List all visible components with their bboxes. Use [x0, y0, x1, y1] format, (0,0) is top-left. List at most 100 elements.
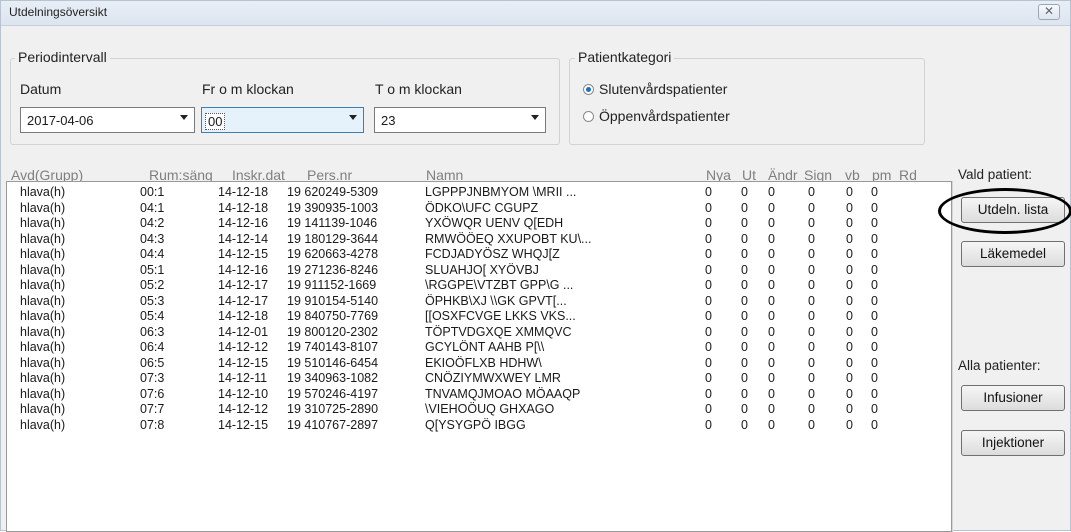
- patient-list[interactable]: hlava(h) 00:1 14-12-18 19 620249-5309 LGPPPJ…: [6, 181, 952, 532]
- drugs-button[interactable]: Läkemedel: [961, 241, 1065, 267]
- table-row[interactable]: hlava(h) 07:3 14-12-11 19 340963-1082 CNÖZIY…: [7, 371, 951, 386]
- cell-namn: [[OSXFCVGE LKKS VKS...: [425, 309, 576, 323]
- cell-persnr: 19 410767-2897: [287, 417, 379, 432]
- cell-inskr: 14-12-14: [218, 231, 269, 246]
- cell-pm: 0: [871, 340, 878, 354]
- table-row[interactable]: hlava(h) 04:2 14-12-16 19 141139-1046 YXÖWQR…: [7, 216, 951, 231]
- radio-selected-icon: [583, 83, 594, 95]
- table-row[interactable]: hlava(h) 07:8 14-12-15 19 410767-2897 Q[YSYG…: [7, 418, 951, 433]
- table-row[interactable]: hlava(h) 05:2 14-12-17 19 911152-1669 \RGGPE…: [7, 278, 951, 293]
- cell-pm: 0: [871, 200, 878, 215]
- table-row[interactable]: hlava(h) 00:1 14-12-18 19 620249-5309 LGPPPJ…: [7, 185, 951, 200]
- cell-inskr: 14-12-15: [218, 247, 269, 261]
- cell-nya: 0: [705, 340, 712, 354]
- cell-ut: 0: [741, 231, 748, 246]
- table-row[interactable]: hlava(h) 06:3 14-12-01 19 800120-2302 TÖPTVD…: [7, 325, 951, 340]
- cell-ut: 0: [741, 278, 748, 292]
- cell-vb: 0: [846, 200, 853, 215]
- cell-pm: 0: [871, 402, 878, 416]
- table-row[interactable]: hlava(h) 05:1 14-12-16 19 271236-8246 SLUAHJ…: [7, 263, 951, 278]
- date-label: Datum: [20, 81, 62, 97]
- cell-inskr: 14-12-16: [218, 216, 269, 230]
- cell-rum: 04:4: [140, 247, 165, 261]
- infusions-button[interactable]: Infusioner: [961, 385, 1065, 411]
- cell-persnr: 19 510146-6454: [287, 355, 379, 370]
- cell-ut: 0: [741, 247, 748, 261]
- cell-andr: 0: [768, 200, 775, 215]
- cell-sign: 0: [808, 402, 815, 416]
- cell-rum: 06:3: [140, 324, 165, 339]
- table-row[interactable]: hlava(h) 05:3 14-12-17 19 910154-5140 ÖPHKB\…: [7, 294, 951, 309]
- cell-persnr: 19 310725-2890: [287, 402, 379, 416]
- from-label: Fr o m klockan: [202, 81, 294, 97]
- cell-vb: 0: [846, 185, 853, 199]
- cell-namn: Q[YSYGPÖ IBGG: [425, 417, 526, 432]
- cell-nya: 0: [705, 247, 712, 261]
- table-row[interactable]: hlava(h) 06:5 14-12-15 19 510146-6454 EKIOÖF…: [7, 356, 951, 371]
- cell-inskr: 14-12-15: [218, 417, 269, 432]
- cell-rum: 07:6: [140, 386, 165, 401]
- cell-nya: 0: [705, 185, 712, 199]
- table-row[interactable]: hlava(h) 04:4 14-12-15 19 620663-4278 FCDJAD…: [7, 247, 951, 262]
- cell-andr: 0: [768, 185, 775, 199]
- cell-vb: 0: [846, 278, 853, 292]
- table-row[interactable]: hlava(h) 07:6 14-12-10 19 570246-4197 TNVAMQ…: [7, 387, 951, 402]
- cell-andr: 0: [768, 402, 775, 416]
- to-hour-select[interactable]: 23: [374, 107, 546, 133]
- chevron-down-icon: [349, 115, 357, 120]
- cell-nya: 0: [705, 200, 712, 215]
- cell-vb: 0: [846, 216, 853, 230]
- cell-sign: 0: [808, 371, 815, 385]
- cell-avd: hlava(h): [20, 417, 66, 432]
- cell-vb: 0: [846, 386, 853, 401]
- cell-ut: 0: [741, 371, 748, 385]
- cell-inskr: 14-12-18: [218, 185, 269, 199]
- cell-avd: hlava(h): [20, 278, 66, 292]
- cell-nya: 0: [705, 278, 712, 292]
- radio-outpatients-label: Öppenvårdspatienter: [599, 108, 730, 124]
- cell-inskr: 14-12-10: [218, 386, 269, 401]
- cell-pm: 0: [871, 216, 878, 230]
- cell-andr: 0: [768, 417, 775, 432]
- cell-inskr: 14-12-17: [218, 278, 269, 292]
- cell-inskr: 14-12-18: [218, 309, 269, 323]
- cell-inskr: 14-12-15: [218, 355, 269, 370]
- selected-patient-label: Vald patient:: [958, 167, 1033, 182]
- radio-inpatients[interactable]: Slutenvårdspatienter: [583, 81, 727, 97]
- cell-vb: 0: [846, 402, 853, 416]
- cell-andr: 0: [768, 386, 775, 401]
- cell-andr: 0: [768, 371, 775, 385]
- cell-nya: 0: [705, 417, 712, 432]
- app-window: Utdelningsöversikt ✕ Periodintervall Dat…: [0, 0, 1071, 532]
- table-row[interactable]: hlava(h) 06:4 14-12-12 19 740143-8107 GCYLÖN…: [7, 340, 951, 355]
- cell-namn: GCYLÖNT AAHB P[\\: [425, 340, 545, 354]
- cell-persnr: 19 390935-1003: [287, 200, 379, 215]
- cell-andr: 0: [768, 355, 775, 370]
- table-row[interactable]: hlava(h) 07:7 14-12-12 19 310725-2890 \VIEHO…: [7, 402, 951, 417]
- table-row[interactable]: hlava(h) 05:4 14-12-18 19 840750-7769 [[OSXF…: [7, 309, 951, 324]
- table-row[interactable]: hlava(h) 04:3 14-12-14 19 180129-3644 RMWÖÖE…: [7, 232, 951, 247]
- from-hour-select[interactable]: 00: [201, 107, 364, 133]
- cell-inskr: 14-12-16: [218, 262, 269, 277]
- cell-sign: 0: [808, 262, 815, 277]
- cell-ut: 0: [741, 355, 748, 370]
- cell-nya: 0: [705, 262, 712, 277]
- date-select[interactable]: 2017-04-06: [20, 107, 195, 133]
- cell-namn: ÖDKO\UFC CGUPZ: [425, 200, 539, 215]
- cell-ut: 0: [741, 417, 748, 432]
- cell-vb: 0: [846, 293, 853, 308]
- cell-sign: 0: [808, 324, 815, 339]
- cell-ut: 0: [741, 309, 748, 323]
- table-row[interactable]: hlava(h) 04:1 14-12-18 19 390935-1003 ÖDKO\U…: [7, 201, 951, 216]
- cell-pm: 0: [871, 231, 878, 246]
- cell-ut: 0: [741, 386, 748, 401]
- cell-sign: 0: [808, 247, 815, 261]
- radio-outpatients[interactable]: Öppenvårdspatienter: [583, 108, 730, 124]
- cell-sign: 0: [808, 386, 815, 401]
- cell-namn: FCDJADYÖSZ WHQJ[Z: [425, 247, 560, 261]
- close-button[interactable]: ✕: [1038, 4, 1060, 20]
- cell-rum: 05:3: [140, 293, 165, 308]
- patient-category-group: [569, 58, 925, 145]
- cell-namn: SLUAHJO[ XYÖVBJ: [425, 262, 539, 277]
- injections-button[interactable]: Injektioner: [961, 430, 1065, 456]
